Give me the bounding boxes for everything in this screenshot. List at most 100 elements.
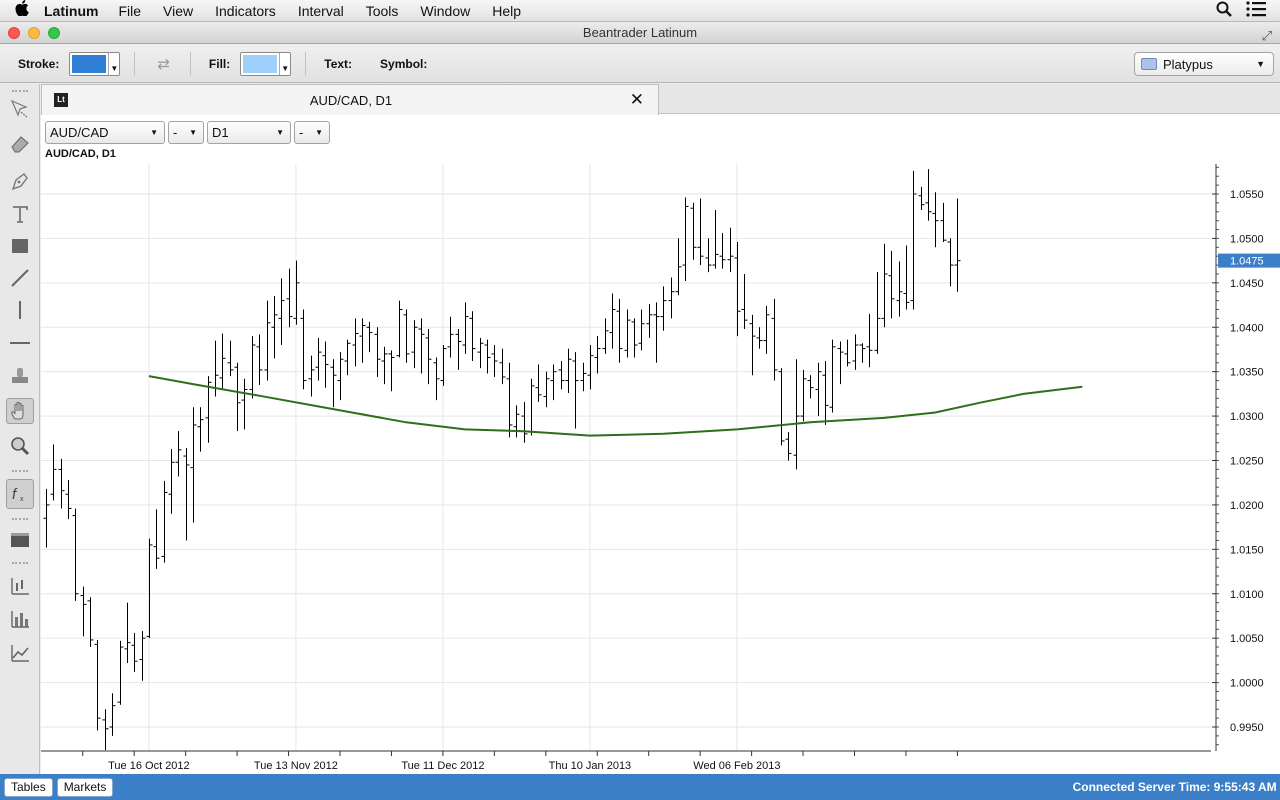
stroke-color-picker[interactable]: ▼ xyxy=(69,51,121,76)
fill-color-swatch[interactable] xyxy=(243,54,278,73)
select-tool-icon[interactable] xyxy=(6,96,34,122)
menu-help[interactable]: Help xyxy=(492,3,521,19)
menu-file[interactable]: File xyxy=(118,3,141,19)
hand-tool-icon[interactable] xyxy=(6,398,34,424)
candlestick-chart-icon[interactable] xyxy=(6,573,34,599)
y-tick-label: 0.9950 xyxy=(1230,722,1264,734)
chevron-down-icon[interactable]: ▼ xyxy=(279,52,290,75)
ohlc-bar xyxy=(175,431,182,477)
x-tick-label: Tue 13 Nov 2012 xyxy=(254,760,338,772)
window-title: Beantrader Latinum xyxy=(582,25,698,40)
ohlc-bar xyxy=(837,341,844,385)
ohlc-bar xyxy=(653,302,660,363)
pen-tool-icon[interactable] xyxy=(6,168,34,194)
y-tick-label: 1.0000 xyxy=(1230,678,1264,690)
ohlc-bar xyxy=(131,632,138,672)
line-tool-icon[interactable] xyxy=(6,265,34,291)
menu-interval[interactable]: Interval xyxy=(298,3,344,19)
palette-grip[interactable] xyxy=(12,470,28,473)
ohlc-bar xyxy=(469,311,476,362)
palette-grip[interactable] xyxy=(12,562,28,565)
ohlc-bar xyxy=(300,309,307,390)
ohlc-bar xyxy=(388,350,395,392)
fill-color-picker[interactable]: ▼ xyxy=(240,51,292,76)
ohlc-bar xyxy=(682,197,689,282)
function-tool-icon[interactable]: fx xyxy=(6,479,34,509)
y-tick-label: 1.0250 xyxy=(1230,456,1264,468)
tables-button[interactable]: Tables xyxy=(4,777,53,797)
ohlc-bar xyxy=(278,278,285,346)
ohlc-bar xyxy=(866,313,873,368)
ohlc-bar xyxy=(602,318,609,354)
x-tick-label: Wed 06 Feb 2013 xyxy=(693,760,780,772)
list-icon[interactable] xyxy=(1246,1,1266,20)
menubar: Latinum File View Indicators Interval To… xyxy=(0,0,1280,22)
menu-indicators[interactable]: Indicators xyxy=(215,3,276,19)
ohlc-bar xyxy=(543,371,550,408)
menu-view[interactable]: View xyxy=(163,3,193,19)
ohlc-bar xyxy=(778,368,785,446)
price-chart[interactable]: 1.0550 1.0500 1.0450 1.0400 1.0350 1.0300 1.02… xyxy=(41,84,1280,774)
ohlc-bar xyxy=(499,348,506,385)
palette-grip[interactable] xyxy=(12,518,28,521)
ohlc-bar xyxy=(286,268,293,328)
ohlc-bar xyxy=(117,640,124,705)
eraser-tool-icon[interactable] xyxy=(6,130,34,156)
stamp-tool-icon[interactable] xyxy=(6,363,34,389)
ohlc-bar xyxy=(219,333,226,390)
ohlc-bar xyxy=(697,198,704,266)
ohlc-bar xyxy=(322,341,329,388)
y-tick-label: 1.0350 xyxy=(1230,367,1264,379)
toolbar-divider xyxy=(305,51,307,76)
ohlc-bar xyxy=(455,329,462,370)
line-chart-icon[interactable] xyxy=(6,640,34,666)
window-zoom-button[interactable] xyxy=(48,27,60,39)
ohlc-bar xyxy=(249,336,256,399)
fullscreen-icon[interactable]: ⤢ xyxy=(1262,25,1272,47)
vertical-line-tool-icon[interactable] xyxy=(6,297,34,323)
ohlc-bar xyxy=(418,318,425,374)
ohlc-bar xyxy=(183,448,190,541)
y-tick-label: 1.0450 xyxy=(1230,278,1264,290)
rectangle-tool-icon[interactable] xyxy=(6,233,34,259)
markets-button[interactable]: Markets xyxy=(56,777,114,797)
bar-chart-icon[interactable] xyxy=(6,606,34,632)
ohlc-bar xyxy=(727,227,734,273)
workspace-value: Platypus xyxy=(1163,56,1213,72)
ohlc-bar xyxy=(932,192,939,248)
menu-tools[interactable]: Tools xyxy=(366,3,399,19)
swap-colors-icon[interactable]: ⇄ xyxy=(157,55,170,73)
chevron-down-icon[interactable]: ▼ xyxy=(108,52,119,75)
ohlc-bar xyxy=(227,340,234,377)
stroke-color-swatch[interactable] xyxy=(72,54,107,73)
ohlc-bar xyxy=(359,318,366,363)
apple-menu-icon[interactable] xyxy=(0,0,44,22)
menu-window[interactable]: Window xyxy=(420,3,470,19)
ohlc-bar xyxy=(197,407,204,452)
ohlc-bar xyxy=(535,364,542,402)
palette-grip[interactable] xyxy=(12,90,28,93)
menu-app-name[interactable]: Latinum xyxy=(44,3,98,19)
ohlc-bar xyxy=(43,488,50,548)
window-minimize-button[interactable] xyxy=(28,27,40,39)
ohlc-bar xyxy=(58,458,65,509)
text-tool-icon[interactable] xyxy=(6,201,34,227)
ohlc-bar xyxy=(859,343,866,363)
ohlc-bar xyxy=(381,346,388,385)
ohlc-bar xyxy=(94,639,101,731)
horizontal-line-tool-icon[interactable] xyxy=(6,330,34,356)
window-close-button[interactable] xyxy=(8,27,20,39)
y-tick-label: 1.0150 xyxy=(1230,544,1264,556)
ohlc-bar xyxy=(433,357,440,401)
ohlc-bar xyxy=(491,345,498,377)
search-icon[interactable] xyxy=(1216,1,1232,20)
ohlc-bar xyxy=(293,260,300,325)
zoom-tool-icon[interactable] xyxy=(6,433,34,459)
ohlc-bar xyxy=(146,538,153,639)
ohlc-bar xyxy=(344,339,351,376)
ohlc-bar xyxy=(72,508,79,601)
workspace-select[interactable]: Platypus ▼ xyxy=(1134,52,1274,76)
ohlc-bar xyxy=(910,170,917,310)
y-tick-label: 1.0300 xyxy=(1230,411,1264,423)
panel-tool-icon[interactable] xyxy=(6,527,34,553)
